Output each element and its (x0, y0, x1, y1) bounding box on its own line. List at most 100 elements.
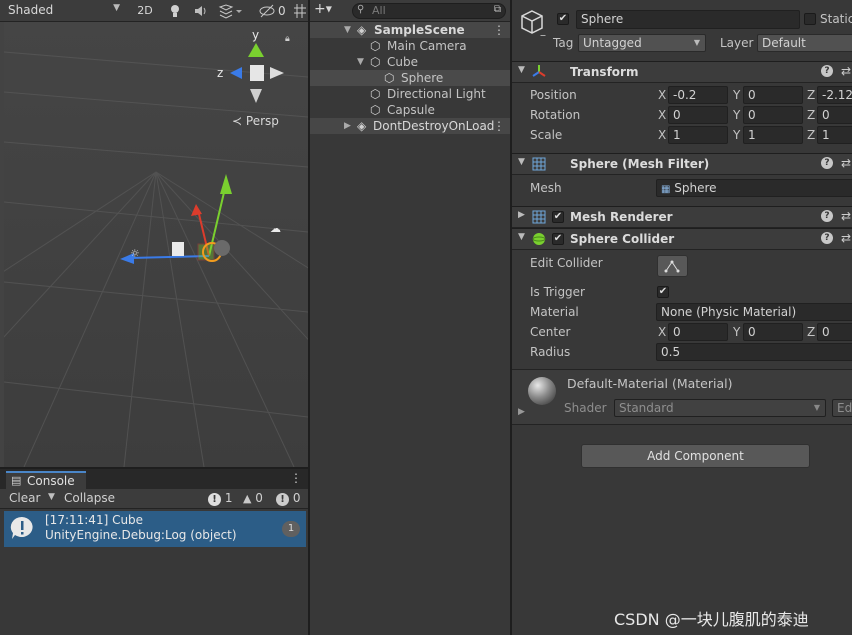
mesh-field[interactable]: ▦ Sphere (656, 179, 852, 197)
presets-icon[interactable]: ⇄ (841, 209, 851, 223)
sphere-collider-header[interactable]: ▼ ✔ Sphere Collider ? ⇄ (512, 228, 852, 250)
center-y-label[interactable]: Y (733, 325, 740, 339)
center-z-label[interactable]: Z (807, 325, 815, 339)
edit-collider-label: Edit Collider (530, 256, 603, 270)
is-trigger-checkbox[interactable]: ✔ (657, 286, 669, 298)
pos-y-label[interactable]: Y (733, 88, 740, 102)
gameobject-icon: ⬡ (370, 87, 381, 101)
hierarchy-search-input[interactable]: ⚲ All ⧉ (352, 3, 506, 19)
presets-icon[interactable]: ⇄ (841, 231, 851, 245)
scale-x-label[interactable]: X (658, 128, 666, 142)
clear-options-icon[interactable]: ▼ (48, 492, 55, 502)
scene-viewport[interactable]: y z 🔒︎ ≺ Persp ☼ ☁ (4, 22, 308, 467)
lock-icon[interactable]: 🔒︎ (285, 34, 290, 44)
tree-item-sphere[interactable]: ⬡ Sphere (310, 70, 510, 86)
projection-toggle[interactable]: ≺ Persp (232, 114, 279, 128)
console-entry[interactable]: [17:11:41] Cube UnityEngine.Debug:Log (o… (4, 511, 306, 547)
position-y-field[interactable]: 0 (743, 86, 803, 104)
position-z-field[interactable]: -2.12 (817, 86, 852, 104)
audio-icon[interactable] (193, 3, 209, 19)
watermark: CSDN @一块儿腹肌的泰迪 (614, 610, 809, 629)
tree-item-dontdestroyonload[interactable]: ▶ ◈ DontDestroyOnLoad ⋮ (310, 118, 510, 134)
mesh-icon: ▦ (661, 184, 671, 195)
scale-z-field[interactable]: 1 (817, 126, 852, 144)
layer-dropdown[interactable]: Default (757, 34, 852, 52)
mesh-renderer-enabled-checkbox[interactable]: ✔ (552, 211, 564, 223)
object-name-field[interactable]: Sphere (576, 10, 800, 29)
hidden-objects-icon[interactable] (258, 3, 276, 19)
draw-mode-dropdown[interactable]: Shaded ▼ (4, 2, 124, 20)
tree-item-samplescene[interactable]: ▼ ◈ SampleScene ⋮ (310, 22, 510, 38)
rotation-z-field[interactable]: 0 (817, 106, 852, 124)
scene-panel: Shaded ▼ 2D 0 y z 🔒︎ ≺ Persp ☼ ☁ (0, 0, 308, 467)
warning-toggle[interactable]: ▲ 0 (243, 491, 273, 507)
lighting-icon[interactable] (167, 3, 183, 19)
scale-y-field[interactable]: 1 (743, 126, 803, 144)
console-panel: ▤ Console ⋮ Clear ▼ Collapse ! 1 ▲ 0 ! 0… (0, 467, 308, 635)
material-preview (528, 377, 556, 405)
hierarchy-panel: +▼ ⚲ All ⧉ ▼ ◈ SampleScene ⋮ ⬡ Main Came… (310, 0, 510, 635)
expand-arrow-icon[interactable]: ▼ (357, 54, 364, 70)
physic-material-field[interactable]: None (Physic Material) (656, 303, 852, 321)
tree-item-capsule[interactable]: ⬡ Capsule (310, 102, 510, 118)
rotation-x-field[interactable]: 0 (668, 106, 728, 124)
mesh-renderer-header[interactable]: ▶ ✔ Mesh Renderer ? ⇄ (512, 206, 852, 228)
collapse-button[interactable]: Collapse (64, 491, 115, 505)
scene-menu-icon[interactable]: ⋮ (493, 118, 505, 134)
rot-z-label[interactable]: Z (807, 108, 815, 122)
static-checkbox[interactable] (804, 13, 816, 25)
clear-button[interactable]: Clear (9, 491, 40, 505)
expand-arrow-icon[interactable]: ▶ (344, 118, 351, 134)
transform-header[interactable]: ▼ Transform ? ⇄ (512, 61, 852, 83)
help-icon[interactable]: ? (821, 232, 833, 244)
presets-icon[interactable]: ⇄ (841, 156, 851, 170)
hierarchy-toolbar: +▼ ⚲ All ⧉ (310, 0, 510, 22)
error-toggle[interactable]: ! 0 (276, 491, 306, 507)
help-icon[interactable]: ? (821, 210, 833, 222)
center-z-field[interactable]: 0 (817, 323, 852, 341)
shader-dropdown[interactable]: Standard ▼ (614, 399, 826, 417)
edit-collider-button[interactable] (657, 255, 688, 277)
scale-z-label[interactable]: Z (807, 128, 815, 142)
sphere-collider-enabled-checkbox[interactable]: ✔ (552, 233, 564, 245)
gizmos-grid-icon[interactable] (293, 3, 307, 19)
tree-item-cube[interactable]: ▼ ⬡ Cube (310, 54, 510, 70)
help-icon[interactable]: ? (821, 157, 833, 169)
console-menu-icon[interactable]: ⋮ (290, 471, 302, 485)
search-filter-icon[interactable]: ⧉ (494, 4, 501, 15)
static-label: Static (820, 12, 852, 26)
scale-y-label[interactable]: Y (733, 128, 740, 142)
center-x-label[interactable]: X (658, 325, 666, 339)
rotation-y-field[interactable]: 0 (743, 106, 803, 124)
tree-item-main-camera[interactable]: ⬡ Main Camera (310, 38, 510, 54)
expand-arrow-icon[interactable]: ▼ (344, 22, 351, 38)
rot-x-label[interactable]: X (658, 108, 666, 122)
active-checkbox[interactable]: ✔ (557, 13, 569, 25)
create-button[interactable]: +▼ (314, 1, 332, 17)
foldout-icon[interactable]: ▶ (518, 407, 525, 417)
mesh-filter-title: Sphere (Mesh Filter) (570, 157, 710, 171)
presets-icon[interactable]: ⇄ (841, 64, 851, 78)
radius-field[interactable]: 0.5 (656, 343, 852, 361)
tag-dropdown[interactable]: Untagged ▼ (578, 34, 706, 52)
mesh-filter-header[interactable]: ▼ Sphere (Mesh Filter) ? ⇄ (512, 153, 852, 175)
pos-x-label[interactable]: X (658, 88, 666, 102)
info-toggle[interactable]: ! 1 (208, 491, 238, 507)
rot-y-label[interactable]: Y (733, 108, 740, 122)
tree-item-directional-light[interactable]: ⬡ Directional Light (310, 86, 510, 102)
help-icon[interactable]: ? (821, 65, 833, 77)
console-tab[interactable]: ▤ Console (6, 471, 86, 489)
center-x-field[interactable]: 0 (668, 323, 728, 341)
center-y-field[interactable]: 0 (743, 323, 803, 341)
scene-menu-icon[interactable]: ⋮ (493, 22, 505, 38)
effects-icon[interactable] (218, 3, 244, 19)
toggle-2d-button[interactable]: 2D (132, 2, 158, 20)
camera-icon: ☁ (270, 222, 281, 235)
transform-handle[interactable] (112, 170, 292, 290)
pos-z-label[interactable]: Z (807, 88, 815, 102)
position-x-field[interactable]: -0.2 (668, 86, 728, 104)
gizmo-count: 0 (278, 4, 286, 18)
scale-x-field[interactable]: 1 (668, 126, 728, 144)
shader-edit-button[interactable]: Ed (832, 399, 852, 417)
add-component-button[interactable]: Add Component (581, 444, 810, 468)
